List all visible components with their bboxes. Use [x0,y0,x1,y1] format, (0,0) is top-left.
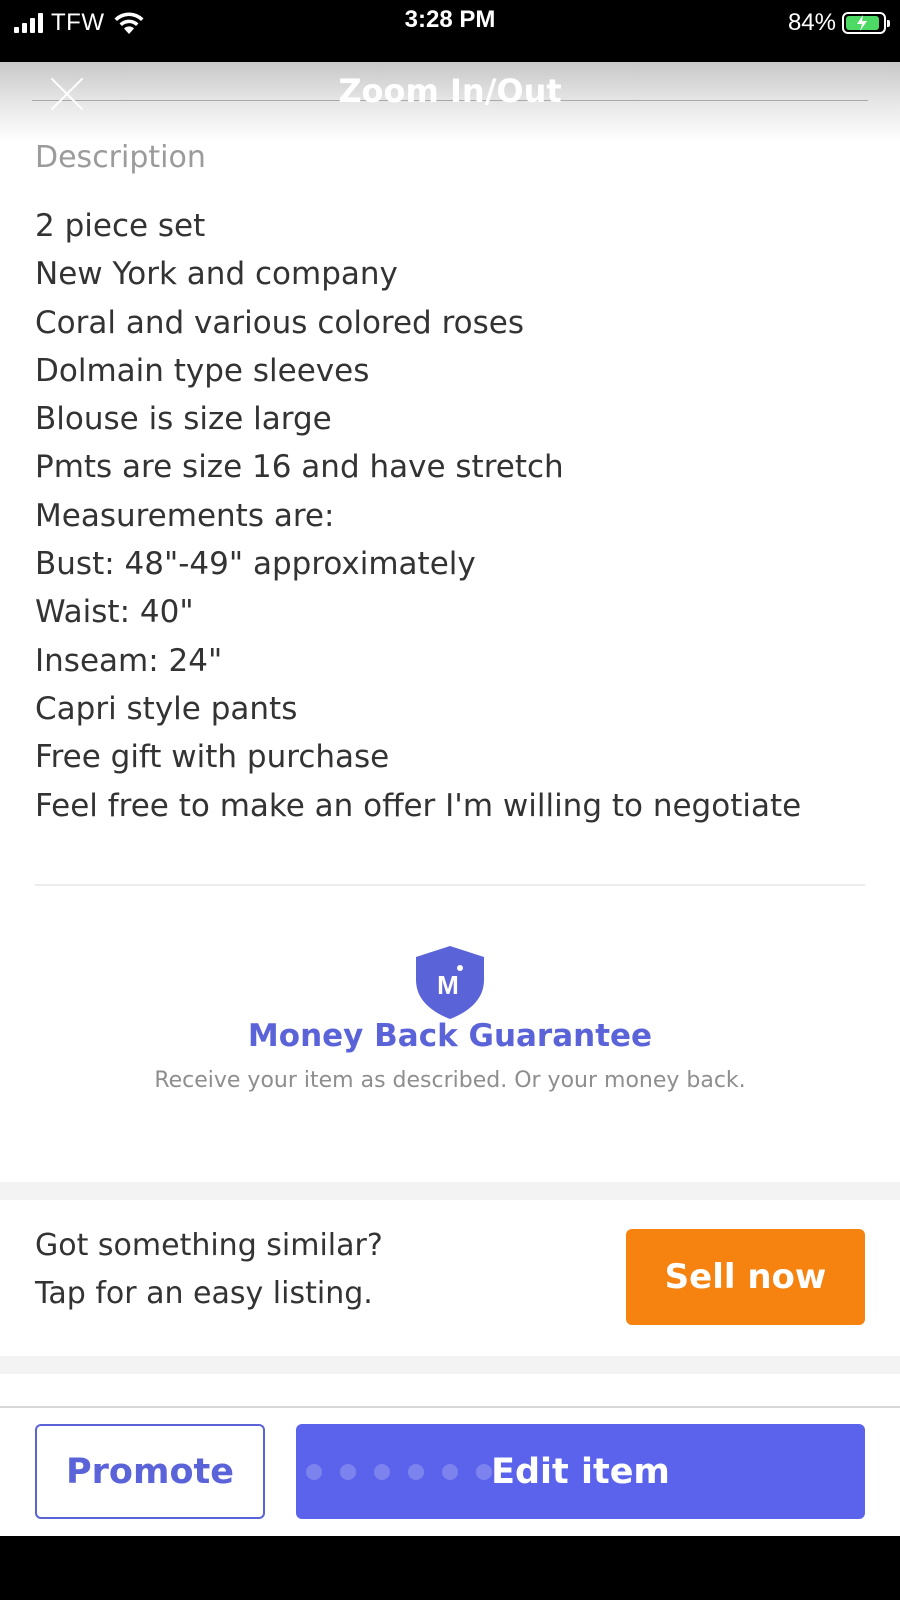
status-bar: TFW 3:28 PM 84% [0,0,900,62]
section-divider [35,884,865,886]
description-label: Description [35,140,206,175]
description-line: Waist: 40" [35,594,194,631]
edit-item-button[interactable]: Edit item [296,1424,865,1519]
loading-dots-icon [306,1464,492,1480]
sell-prompt: Got something similar? Tap for an easy l… [35,1222,383,1318]
description-line: Blouse is size large [35,401,332,438]
description-line: Bust: 48"-49" approximately [35,546,476,583]
description-text: 2 piece set New York and company Coral a… [35,202,801,830]
description-line: Inseam: 24" [35,642,223,679]
status-time: 3:28 PM [404,6,496,33]
sell-prompt-line2: Tap for an easy listing. [35,1276,373,1311]
edit-item-label: Edit item [491,1451,670,1492]
guarantee-subtitle: Receive your item as described. Or your … [154,1068,746,1093]
sell-prompt-line1: Got something similar? [35,1228,383,1263]
action-bar-divider [0,1406,900,1408]
header-overlay: Zoom In/Out [0,62,900,142]
description-line: Feel free to make an offer I'm willing t… [35,787,802,824]
battery-percent: 84% [787,9,836,36]
section-separator [0,1182,900,1200]
status-right: 84% [787,8,890,38]
description-line: New York and company [35,256,398,293]
item-detail-screen: Zoom In/Out Description 2 piece set New … [0,62,900,1536]
description-line: Pmts are size 16 and have stretch [35,449,564,486]
description-line: 2 piece set [35,208,206,244]
zoom-title[interactable]: Zoom In/Out [0,72,900,110]
description-line: Coral and various colored roses [35,304,524,341]
description-line: Free gift with purchase [35,739,390,776]
guarantee-title[interactable]: Money Back Guarantee [0,1018,900,1054]
sell-now-button[interactable]: Sell now [626,1229,865,1325]
shield-badge-letter: M [437,970,459,1000]
description-line: Dolmain type sleeves [35,352,370,389]
battery-icon [842,12,890,34]
description-line: Capri style pants [35,690,298,727]
shield-icon: M [416,946,484,1019]
description-line: Measurements are: [35,497,335,534]
bottom-safe-area [0,1536,900,1600]
promote-button[interactable]: Promote [35,1424,265,1519]
section-separator [0,1356,900,1374]
